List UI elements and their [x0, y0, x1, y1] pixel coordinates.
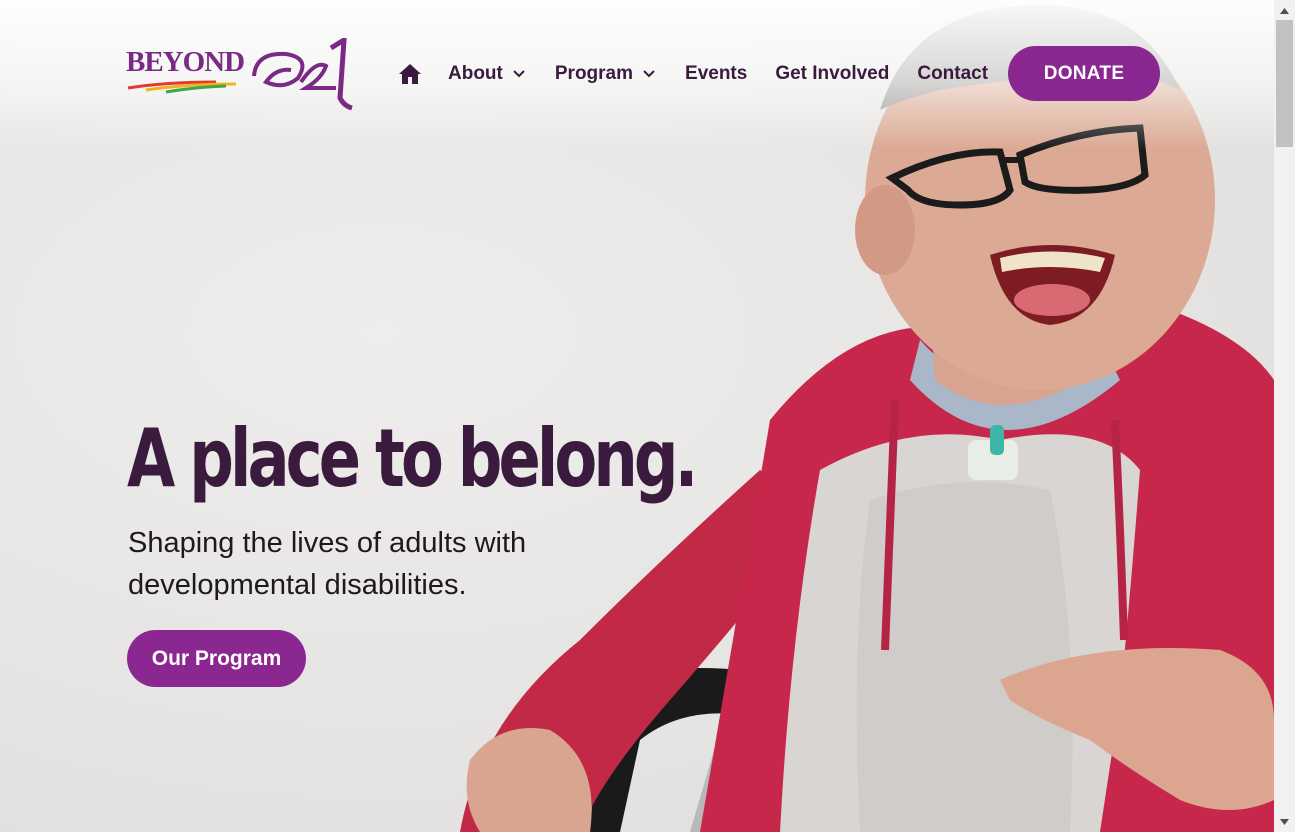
donate-button[interactable]: DONATE: [1008, 46, 1160, 101]
chevron-down-icon: [643, 70, 655, 78]
nav-events[interactable]: Events: [685, 63, 747, 85]
nav-about-label: About: [448, 63, 503, 84]
scroll-up-arrow-icon[interactable]: [1274, 2, 1295, 19]
hero-subtitle: Shaping the lives of adults with develop…: [128, 527, 527, 601]
nav-program-label: Program: [554, 63, 634, 84]
home-icon[interactable]: [398, 63, 422, 85]
beyond-logo[interactable]: BEYOND: [126, 38, 354, 110]
our-program-button[interactable]: Our Program: [127, 630, 306, 687]
scroll-down-arrow-icon[interactable]: [1274, 813, 1295, 830]
nav-program[interactable]: Program: [555, 63, 655, 85]
logo-mark-icon: [127, 38, 353, 110]
chevron-down-icon: [513, 70, 525, 78]
scrollbar[interactable]: [1274, 0, 1295, 832]
scrollbar-thumb[interactable]: [1276, 20, 1293, 147]
nav-about[interactable]: About: [448, 63, 525, 85]
main-nav: About Program Events Get Involved Contac…: [398, 58, 988, 90]
nav-get-involved[interactable]: Get Involved: [775, 63, 889, 85]
nav-contact[interactable]: Contact: [917, 63, 988, 85]
hero-headline: A place to belong.: [127, 412, 698, 505]
